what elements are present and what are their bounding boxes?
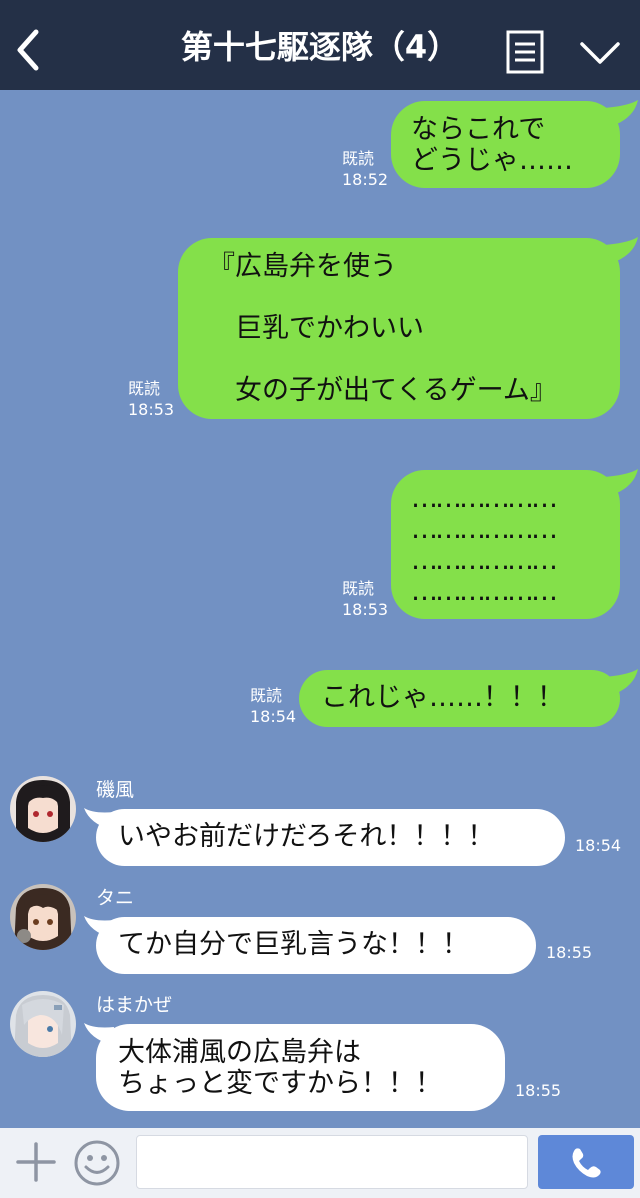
back-chevron-icon[interactable]: [12, 28, 44, 72]
message-time: 18:54: [575, 836, 622, 855]
received-message-bubble[interactable]: いやお前だけだろそれ！！！！: [96, 809, 565, 866]
call-button[interactable]: [538, 1135, 634, 1189]
sent-message-bubble[interactable]: 『広島弁を使う 巨乳でかわいい 女の子が出てくるゲーム』: [178, 238, 620, 419]
plus-icon[interactable]: [14, 1140, 58, 1184]
bubble-tail: [604, 237, 638, 263]
phone-icon: [572, 1148, 601, 1178]
read-receipt: 既読 18:52: [342, 149, 389, 189]
sent-message-bubble[interactable]: ……………… ……………… ……………… ………………: [391, 470, 620, 619]
bubble-tail: [604, 100, 638, 126]
sender-name: はまかぜ: [96, 994, 173, 1016]
message-time: 18:55: [546, 943, 593, 962]
sent-message-bubble[interactable]: ならこれで どうじゃ……: [391, 101, 620, 188]
sender-name: タニ: [96, 887, 135, 909]
chat-header: 第十七駆逐隊（4）: [0, 0, 640, 90]
sent-message-bubble[interactable]: これじゃ……！！！: [299, 670, 620, 727]
message-input-bar: [0, 1128, 640, 1198]
message-input[interactable]: [136, 1135, 528, 1189]
bubble-tail: [604, 669, 638, 695]
avatar[interactable]: [10, 991, 76, 1057]
received-message-bubble[interactable]: てか自分で巨乳言うな！！！: [96, 917, 536, 974]
read-receipt: 既読 18:54: [250, 686, 297, 726]
avatar[interactable]: [10, 776, 76, 842]
sender-name: 磯風: [96, 779, 135, 801]
chat-title: 第十七駆逐隊（4）: [180, 28, 460, 66]
bubble-tail: [604, 469, 638, 495]
avatar[interactable]: [10, 884, 76, 950]
emoji-icon[interactable]: [72, 1138, 122, 1188]
chevron-down-icon[interactable]: [578, 38, 622, 68]
received-message-bubble[interactable]: 大体浦風の広島弁は ちょっと変ですから！！！: [96, 1024, 505, 1111]
message-time: 18:55: [515, 1081, 562, 1100]
read-receipt: 既読 18:53: [128, 379, 175, 419]
read-receipt: 既読 18:53: [342, 579, 389, 619]
menu-list-icon[interactable]: [506, 30, 544, 74]
